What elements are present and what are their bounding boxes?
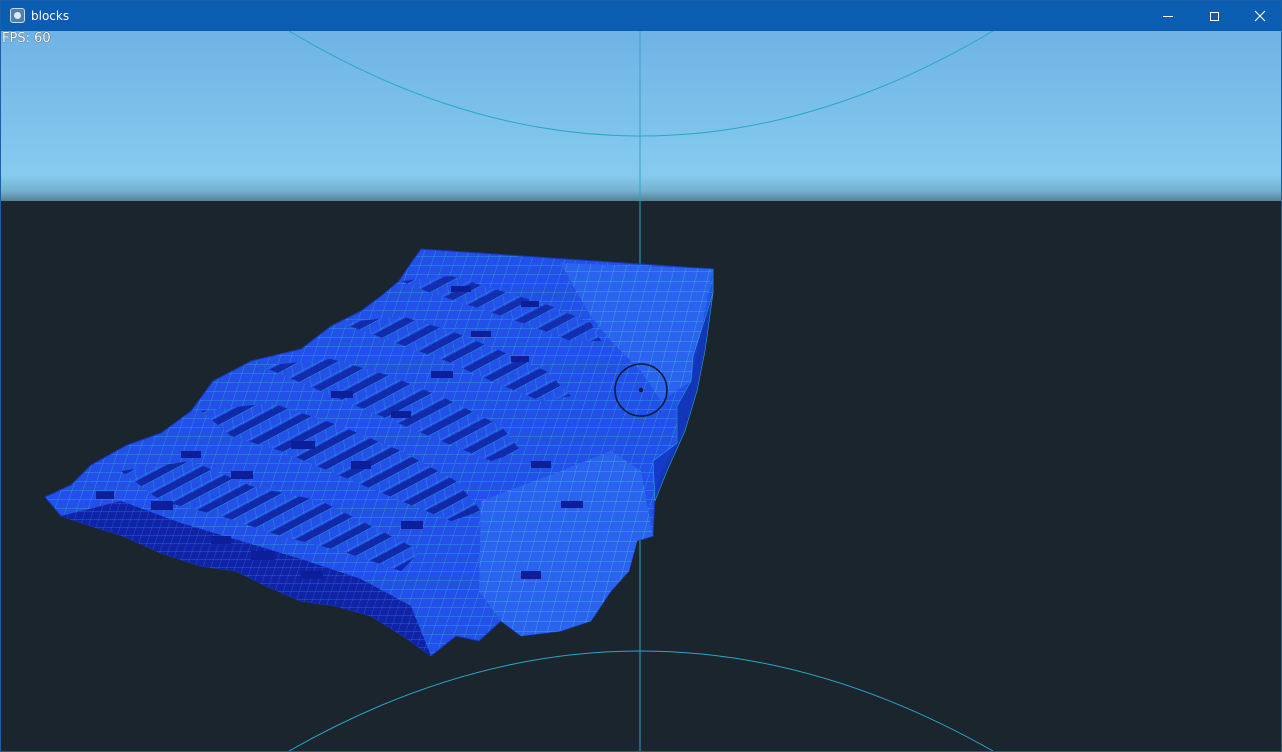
godot-engine-icon — [10, 8, 25, 23]
fps-counter: FPS: 60 — [2, 31, 51, 46]
minimize-button[interactable] — [1145, 1, 1191, 31]
game-window: blocks FPS: 60 — [0, 0, 1282, 752]
title-bar[interactable]: blocks — [1, 1, 1281, 31]
maximize-icon — [1209, 11, 1219, 21]
window-title: blocks — [31, 9, 70, 23]
minimize-icon — [1163, 15, 1173, 17]
maximize-button[interactable] — [1191, 1, 1237, 31]
close-icon — [1254, 10, 1266, 22]
game-viewport[interactable] — [1, 31, 1281, 751]
close-button[interactable] — [1237, 1, 1281, 31]
